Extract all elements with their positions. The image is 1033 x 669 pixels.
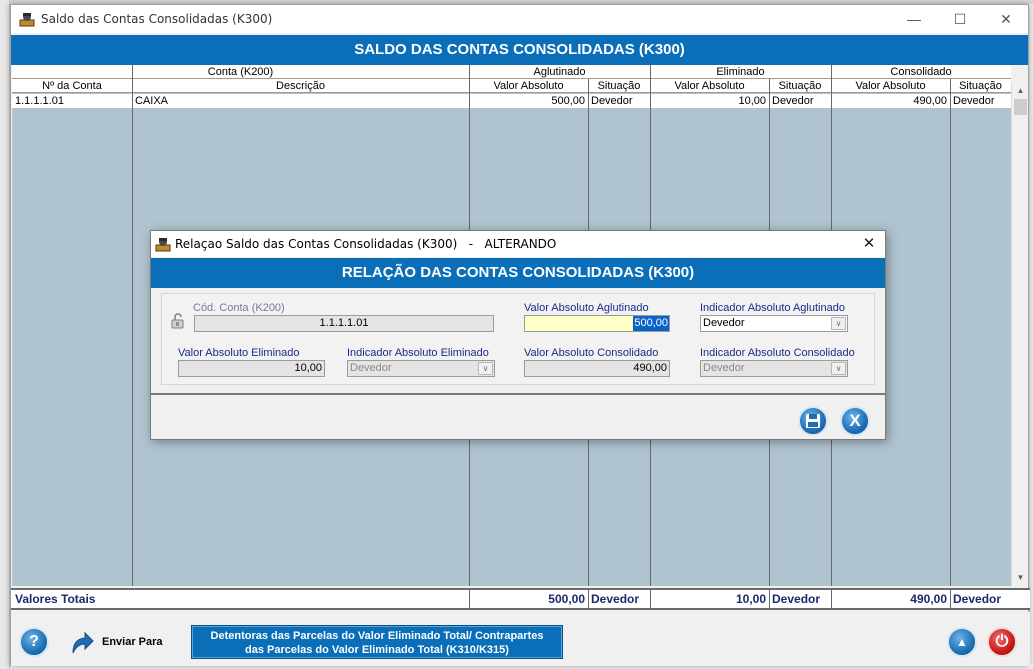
cell-numero: 1.1.1.1.01: [15, 95, 64, 107]
cell-valor-consolidado: 490,00: [913, 95, 947, 107]
cell-situacao-eliminado: Devedor: [772, 95, 814, 107]
cell-situacao-aglutinado: Devedor: [591, 95, 633, 107]
cell-situacao-consolidado: Devedor: [953, 95, 995, 107]
totals-valor-eliminado: 10,00: [735, 592, 766, 606]
indicador-aglutinado-select[interactable]: Devedor ∨: [700, 315, 848, 332]
col-header-descricao[interactable]: Descrição: [132, 79, 469, 93]
detentoras-line-1: Detentoras das Parcelas do Valor Elimina…: [210, 630, 544, 642]
save-icon[interactable]: [798, 406, 828, 436]
cod-conta-field: 1.1.1.1.01: [194, 315, 494, 332]
valor-consolidado-field: 490,00: [524, 360, 670, 377]
close-icon[interactable]: ✕: [859, 234, 879, 254]
indicador-consolidado-value: Devedor: [703, 362, 745, 374]
scroll-down-arrow[interactable]: ▼: [1012, 569, 1029, 586]
background-app-edge: [0, 0, 10, 669]
valor-aglutinado-value: 500,00: [633, 316, 669, 331]
edit-dialog: Relaçao Saldo das Contas Consolidadas (K…: [150, 230, 886, 440]
dialog-divider: [151, 393, 885, 395]
indicador-aglutinado-value: Devedor: [703, 317, 745, 329]
indicador-consolidado-select: Devedor ∨: [700, 360, 848, 377]
totals-label: Valores Totais: [15, 592, 96, 606]
valor-eliminado-field: 10,00: [178, 360, 325, 377]
cell-descricao: CAIXA: [135, 95, 169, 107]
maximize-icon[interactable]: ☐: [937, 5, 983, 33]
indicador-eliminado-select: Devedor ∨: [347, 360, 495, 377]
group-header-consolidado: Consolidado: [890, 66, 952, 78]
footer-toolbar: ? Enviar Para Detentoras das Parcelas do…: [11, 612, 1030, 666]
valor-aglutinado-input[interactable]: 500,00: [524, 315, 670, 332]
send-arrow-icon[interactable]: [67, 629, 95, 657]
grid-group-header: Conta (K200) Aglutinado Eliminado Consol…: [12, 65, 1011, 79]
grid-divider: [950, 79, 951, 586]
cancel-icon[interactable]: X: [840, 406, 870, 436]
scroll-thumb[interactable]: [1014, 99, 1027, 115]
dropdown-arrow-icon: ∨: [831, 362, 846, 375]
grid-scrollbar[interactable]: ▲ ▼: [1011, 82, 1028, 586]
scroll-up-arrow[interactable]: ▲: [1012, 82, 1029, 99]
group-header-eliminado: Eliminado: [716, 66, 765, 78]
help-icon[interactable]: ?: [19, 627, 49, 657]
grid-divider: [132, 65, 133, 586]
close-icon[interactable]: ✕: [983, 5, 1029, 33]
totals-situacao-consolidado: Devedor: [953, 592, 1002, 606]
detentoras-button[interactable]: Detentoras das Parcelas do Valor Elimina…: [191, 625, 563, 659]
indicador-aglutinado-label: Indicador Absoluto Aglutinado: [700, 302, 845, 314]
group-header-conta: Conta (K200): [207, 66, 274, 78]
col-header-situacao-aglutinado[interactable]: Situação: [588, 79, 650, 93]
totals-valor-consolidado: 490,00: [910, 592, 947, 606]
dropdown-arrow-icon[interactable]: ∨: [831, 317, 846, 330]
save-icon-glyph: [806, 414, 820, 428]
table-row[interactable]: 1.1.1.1.01 CAIXA 500,00 Devedor 10,00 De…: [12, 94, 1011, 108]
indicador-eliminado-value: Devedor: [350, 362, 392, 374]
app-icon: [19, 13, 35, 27]
totals-situacao-eliminado: Devedor: [772, 592, 821, 606]
valor-consolidado-label: Valor Absoluto Consolidado: [524, 347, 659, 359]
group-header-aglutinado: Aglutinado: [533, 66, 586, 78]
dialog-banner: RELAÇÃO DAS CONTAS CONSOLIDADAS (K300): [151, 258, 885, 288]
detentoras-line-2: das Parcelas do Valor Eliminado Total (K…: [245, 644, 509, 656]
window-titlebar[interactable]: Saldo das Contas Consolidadas (K300) — ☐…: [11, 5, 1028, 33]
col-header-valor-aglutinado[interactable]: Valor Absoluto: [469, 79, 588, 93]
valor-eliminado-label: Valor Absoluto Eliminado: [178, 347, 300, 359]
dialog-form-panel: Cód. Conta (K200) 1.1.1.1.01 Valor Absol…: [161, 293, 875, 385]
valor-aglutinado-label: Valor Absoluto Aglutinado: [524, 302, 649, 314]
col-header-situacao-eliminado[interactable]: Situação: [769, 79, 831, 93]
dialog-titlebar[interactable]: Relaçao Saldo das Contas Consolidadas (K…: [151, 231, 885, 257]
cod-conta-label: Cód. Conta (K200): [193, 302, 285, 314]
totals-valor-aglutinado: 500,00: [548, 592, 585, 606]
dropdown-arrow-icon: ∨: [478, 362, 493, 375]
col-header-numero[interactable]: Nº da Conta: [12, 79, 132, 93]
col-header-valor-consolidado[interactable]: Valor Absoluto: [831, 79, 950, 93]
power-icon[interactable]: ⏻: [987, 627, 1017, 657]
window-title: Saldo das Contas Consolidadas (K300): [41, 12, 273, 26]
totals-row: Valores Totais 500,00 Devedor 10,00 Deve…: [11, 588, 1030, 610]
col-header-situacao-consolidado[interactable]: Situação: [950, 79, 1011, 93]
minimize-icon[interactable]: —: [891, 5, 937, 33]
lock-icon: [171, 313, 184, 329]
enviar-para-label[interactable]: Enviar Para: [102, 636, 163, 648]
indicador-consolidado-label: Indicador Absoluto Consolidado: [700, 347, 855, 359]
col-header-valor-eliminado[interactable]: Valor Absoluto: [650, 79, 769, 93]
scroll-up-icon[interactable]: ▲: [947, 627, 977, 657]
indicador-eliminado-label: Indicador Absoluto Eliminado: [347, 347, 489, 359]
cell-valor-eliminado: 10,00: [738, 95, 766, 107]
window-banner: SALDO DAS CONTAS CONSOLIDADAS (K300): [11, 35, 1028, 65]
dialog-title: Relaçao Saldo das Contas Consolidadas (K…: [175, 237, 557, 251]
totals-situacao-aglutinado: Devedor: [591, 592, 640, 606]
app-icon: [155, 238, 171, 252]
cell-valor-aglutinado: 500,00: [551, 95, 585, 107]
grid-sub-header: Nº da Conta Descrição Valor Absoluto Sit…: [12, 79, 1011, 93]
